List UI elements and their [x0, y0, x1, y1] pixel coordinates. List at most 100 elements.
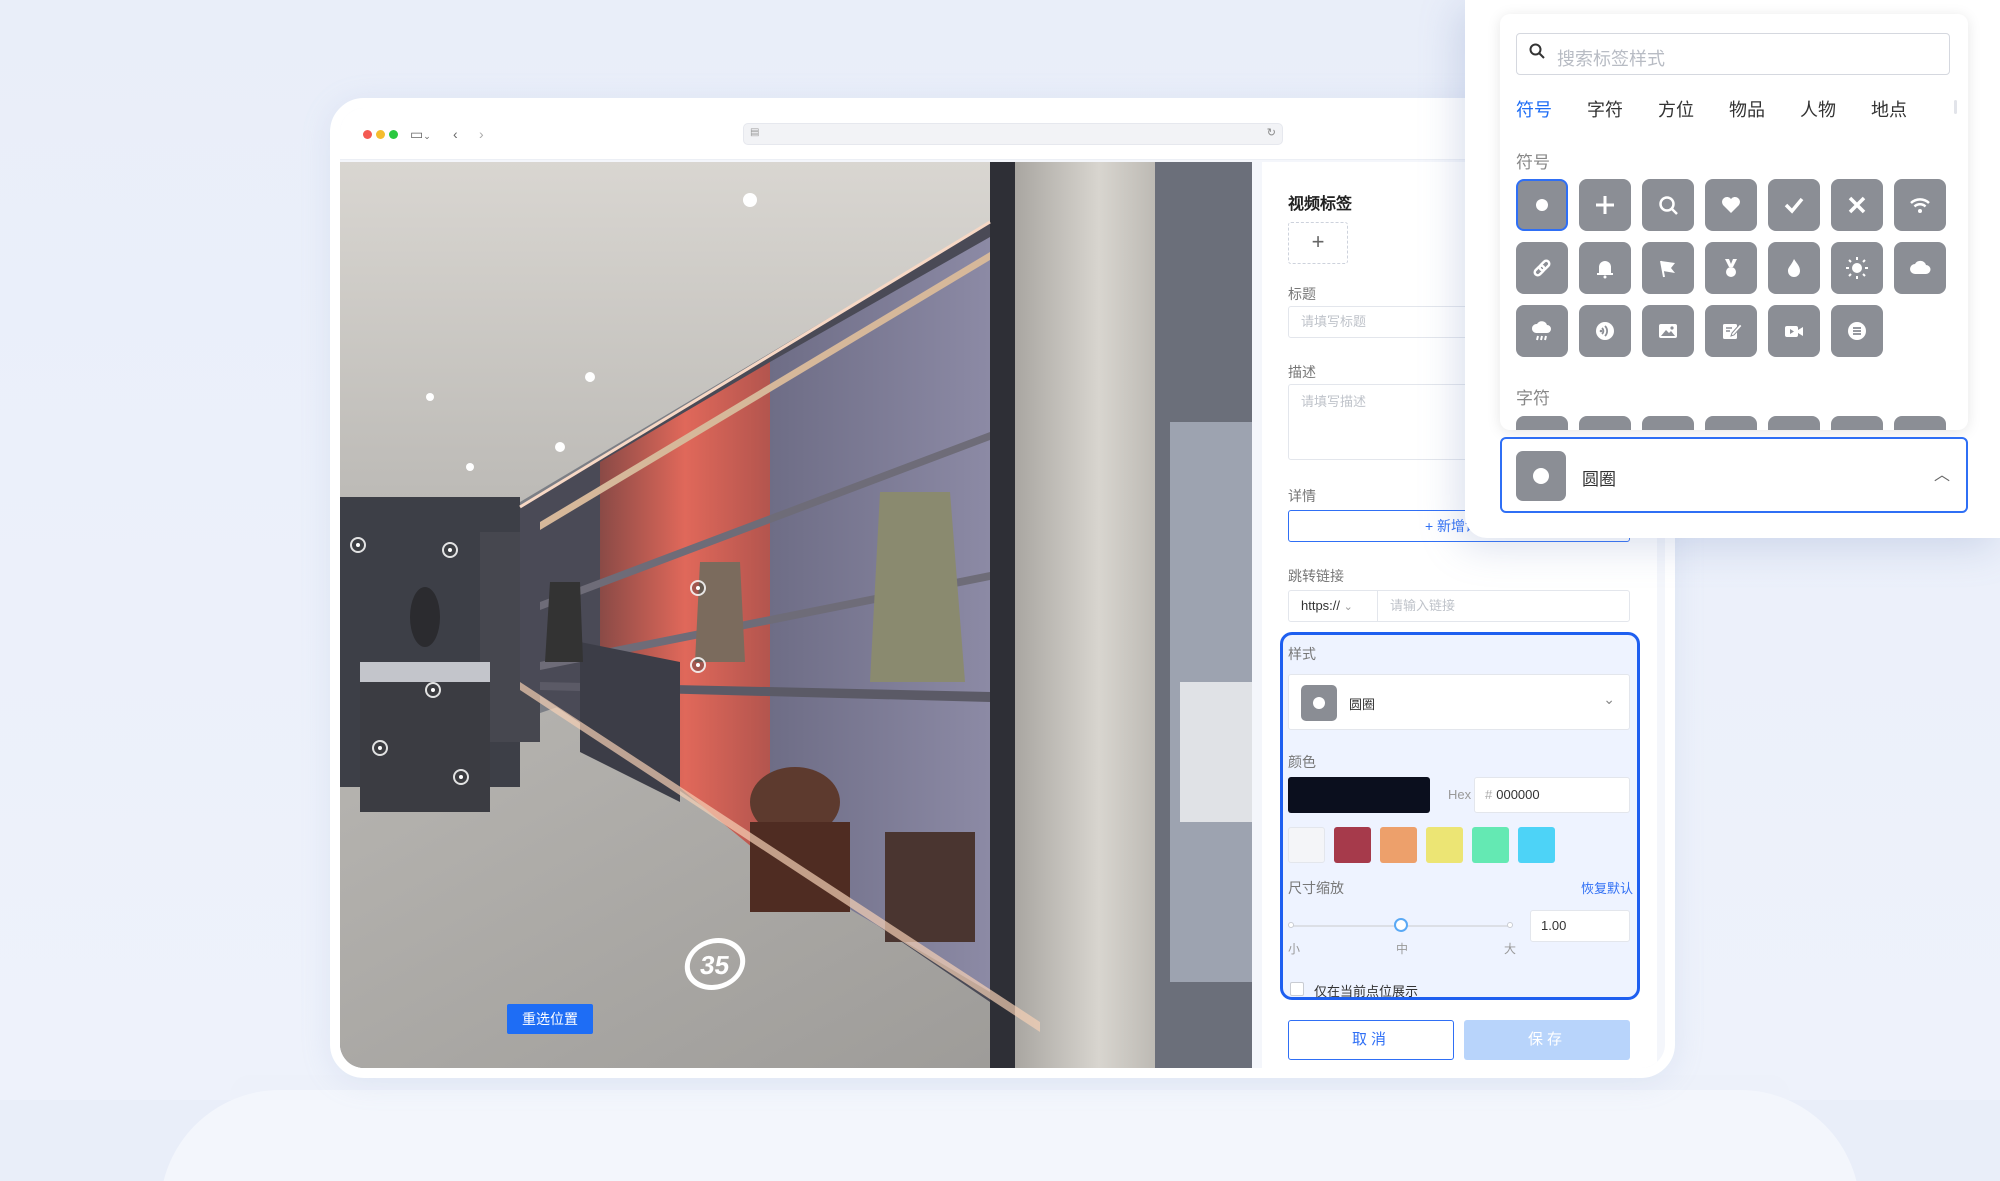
- cancel-button[interactable]: 取消: [1288, 1020, 1454, 1060]
- maximize-window-button[interactable]: [389, 130, 398, 139]
- style-picker-popup: 搜索标签样式 符号 字符 方位 物品 人物 地点 符号 字符 圆圈 ︿: [1465, 0, 2000, 538]
- sidebar-toggle-icon[interactable]: ▭⌄: [410, 122, 431, 148]
- rain-icon[interactable]: [1516, 305, 1568, 357]
- color-swatch[interactable]: [1334, 827, 1371, 863]
- link-input[interactable]: 请输入链接: [1377, 590, 1630, 622]
- size-label: 尺寸缩放: [1288, 880, 1344, 896]
- medal-icon[interactable]: [1705, 242, 1757, 294]
- link-icon[interactable]: [1516, 242, 1568, 294]
- restore-default-link[interactable]: 恢复默认: [1581, 878, 1633, 897]
- hash-symbol: #: [1485, 787, 1493, 802]
- style-label: 样式: [1288, 646, 1316, 662]
- only-current-checkbox[interactable]: [1290, 982, 1304, 996]
- color-preview[interactable]: [1288, 777, 1430, 813]
- circle-icon[interactable]: [1516, 179, 1568, 231]
- description-label: 描述: [1288, 364, 1316, 380]
- section-symbols-title: 符号: [1516, 153, 1550, 172]
- image-icon[interactable]: [1642, 305, 1694, 357]
- style-picker-dropdown: 搜索标签样式 符号 字符 方位 物品 人物 地点 符号 字符: [1500, 14, 1968, 430]
- link-label: 跳转链接: [1288, 568, 1344, 584]
- forward-icon[interactable]: ›: [479, 122, 484, 146]
- style-search-input[interactable]: 搜索标签样式: [1516, 33, 1950, 75]
- search-icon[interactable]: [1642, 179, 1694, 231]
- circle-icon: [1516, 451, 1566, 501]
- character-icon[interactable]: [1894, 416, 1946, 430]
- heart-icon[interactable]: [1705, 179, 1757, 231]
- color-swatch[interactable]: [1288, 827, 1325, 863]
- tab-places[interactable]: 地点: [1871, 96, 1907, 122]
- hex-input[interactable]: #000000: [1474, 777, 1630, 813]
- color-swatch[interactable]: [1380, 827, 1417, 863]
- flag-icon[interactable]: [1642, 242, 1694, 294]
- text-icon[interactable]: [1831, 305, 1883, 357]
- close-window-button[interactable]: [363, 130, 372, 139]
- bell-icon[interactable]: [1579, 242, 1631, 294]
- protocol-value: https://: [1301, 598, 1341, 613]
- protocol-select[interactable]: https:// ⌄: [1288, 590, 1378, 622]
- color-label: 颜色: [1288, 754, 1316, 770]
- selected-style-value: 圆圈: [1582, 470, 1616, 489]
- hotspot-marker[interactable]: [425, 682, 441, 698]
- sun-icon[interactable]: [1831, 242, 1883, 294]
- slider-max-label: 大: [1504, 942, 1517, 956]
- slider-min-label: 小: [1288, 942, 1301, 956]
- video-tag-title: 视频标签: [1288, 196, 1353, 213]
- monitor-stand: [160, 1090, 1860, 1181]
- color-swatch[interactable]: [1426, 827, 1463, 863]
- reselect-position-button[interactable]: 重选位置: [507, 1004, 593, 1034]
- color-swatch[interactable]: [1472, 827, 1509, 863]
- tab-characters[interactable]: 字符: [1587, 96, 1623, 122]
- size-slider-thumb[interactable]: [1394, 918, 1408, 932]
- audio-icon[interactable]: [1579, 305, 1631, 357]
- check-icon[interactable]: [1768, 179, 1820, 231]
- hotspot-marker[interactable]: [372, 740, 388, 756]
- style-select[interactable]: 圆圈 ⌄: [1288, 674, 1630, 730]
- style-value: 圆圈: [1349, 697, 1376, 712]
- circle-icon: [1301, 685, 1337, 721]
- search-placeholder: 搜索标签样式: [1557, 49, 1665, 69]
- hotspot-marker[interactable]: [690, 657, 706, 673]
- section-characters-title: 字符: [1516, 389, 1550, 408]
- add-video-button[interactable]: +: [1288, 222, 1348, 264]
- video-icon[interactable]: [1768, 305, 1820, 357]
- character-icon[interactable]: [1516, 416, 1568, 430]
- fire-icon[interactable]: [1768, 242, 1820, 294]
- tab-symbols[interactable]: 符号: [1516, 96, 1552, 122]
- scale-input[interactable]: 1.00: [1530, 910, 1630, 942]
- title-label: 标题: [1288, 286, 1316, 302]
- tab-people[interactable]: 人物: [1800, 96, 1836, 122]
- page-icon: ▤: [750, 127, 760, 138]
- chevron-down-icon: ⌄: [1603, 691, 1615, 707]
- character-icon[interactable]: [1768, 416, 1820, 430]
- back-icon[interactable]: ‹: [453, 122, 458, 146]
- hotspot-marker[interactable]: [690, 580, 706, 596]
- details-label: 详情: [1288, 488, 1316, 504]
- tab-items[interactable]: 物品: [1729, 96, 1765, 122]
- search-icon: [1529, 43, 1545, 59]
- only-current-label: 仅在当前点位展示: [1314, 984, 1419, 999]
- hotspot-marker[interactable]: [442, 542, 458, 558]
- edit-icon[interactable]: [1705, 305, 1757, 357]
- character-icon[interactable]: [1831, 416, 1883, 430]
- hotspot-marker[interactable]: [453, 769, 469, 785]
- minimize-window-button[interactable]: [376, 130, 385, 139]
- character-icon[interactable]: [1642, 416, 1694, 430]
- hex-value: 000000: [1496, 787, 1540, 802]
- reload-icon[interactable]: ↻: [1267, 126, 1276, 139]
- slider-tick: [1288, 922, 1294, 928]
- color-swatch[interactable]: [1518, 827, 1555, 863]
- address-bar[interactable]: ▤ ↻: [743, 123, 1283, 145]
- panorama-viewer[interactable]: 35 重选位置: [340, 162, 1252, 1068]
- character-icon[interactable]: [1705, 416, 1757, 430]
- tab-scroll-indicator: [1954, 100, 1957, 114]
- plus-icon[interactable]: [1579, 179, 1631, 231]
- selected-style-select[interactable]: 圆圈 ︿: [1500, 437, 1968, 513]
- chevron-up-icon: ︿: [1933, 467, 1950, 484]
- tab-directions[interactable]: 方位: [1658, 96, 1694, 122]
- hotspot-marker[interactable]: [350, 537, 366, 553]
- save-button[interactable]: 保存: [1464, 1020, 1630, 1060]
- wifi-icon[interactable]: [1894, 179, 1946, 231]
- cloud-icon[interactable]: [1894, 242, 1946, 294]
- character-icon[interactable]: [1579, 416, 1631, 430]
- close-icon[interactable]: [1831, 179, 1883, 231]
